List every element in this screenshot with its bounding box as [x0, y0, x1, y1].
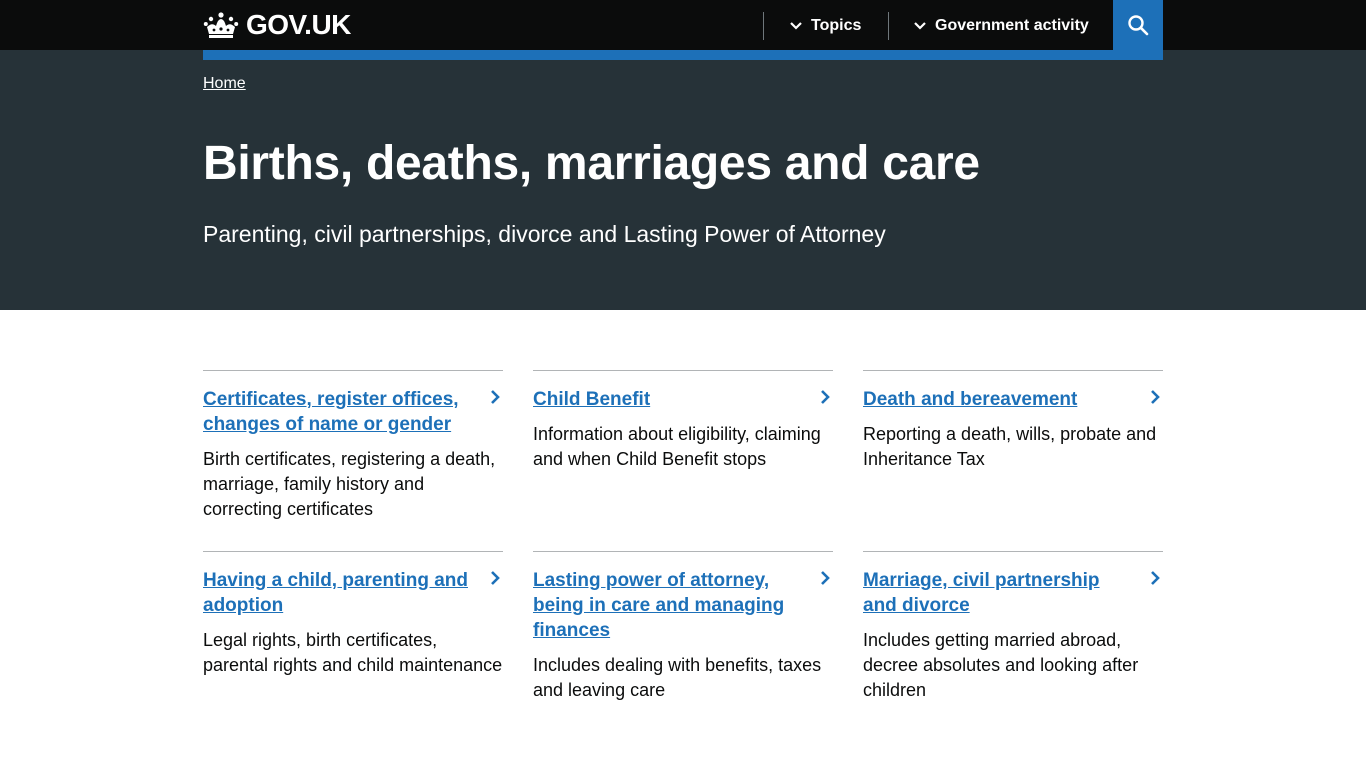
brand-bar: [203, 50, 1163, 60]
topic-card: Marriage, civil partnership and divorce …: [863, 551, 1163, 703]
topic-description: Includes dealing with benefits, taxes an…: [533, 655, 822, 700]
topic-link[interactable]: Child Benefit: [533, 387, 798, 412]
nav-government-activity[interactable]: Government activity: [913, 12, 1089, 40]
nav-separator: [888, 12, 889, 40]
chevron-right-icon[interactable]: [819, 570, 831, 586]
topic-link[interactable]: Lasting power of attorney, being in care…: [533, 568, 798, 643]
chevron-right-icon[interactable]: [1149, 570, 1161, 586]
topic-card: Certificates, register offices, changes …: [203, 370, 503, 522]
crown-icon: [203, 12, 239, 38]
nav-topics[interactable]: Topics: [789, 12, 861, 40]
header-inner: GOV.UK Topics Government activity: [203, 0, 1163, 50]
chevron-right-icon[interactable]: [489, 389, 501, 405]
topic-description: Legal rights, birth certificates, parent…: [203, 630, 503, 675]
nav-topics-label: Topics: [811, 17, 862, 34]
chevron-right-icon[interactable]: [819, 389, 831, 405]
hero-banner: Home Births, deaths, marriages and care …: [0, 50, 1366, 310]
site-header: GOV.UK Topics Government activity: [0, 0, 1366, 50]
page-subtitle: Parenting, civil partnerships, divorce a…: [203, 221, 886, 247]
nav-government-activity-label: Government activity: [935, 17, 1089, 34]
logo-text: GOV.UK: [246, 9, 351, 40]
topic-card: Child Benefit Information about eligibil…: [533, 370, 833, 472]
topic-description: Information about eligibility, claiming …: [533, 424, 821, 469]
topic-link[interactable]: Marriage, civil partnership and divorce: [863, 568, 1128, 618]
topic-link[interactable]: Death and bereavement: [863, 387, 1128, 412]
topic-description: Includes getting married abroad, decree …: [863, 630, 1139, 700]
govuk-logo-link[interactable]: GOV.UK: [203, 9, 351, 41]
topic-link[interactable]: Certificates, register offices, changes …: [203, 387, 468, 437]
topic-card: Lasting power of attorney, being in care…: [533, 551, 833, 703]
chevron-down-icon: [790, 22, 802, 30]
search-button[interactable]: [1113, 0, 1163, 50]
chevron-down-icon: [914, 22, 926, 30]
topic-card: Death and bereavement Reporting a death,…: [863, 370, 1163, 472]
topic-description: Birth certificates, registering a death,…: [203, 449, 496, 519]
breadcrumb-home[interactable]: Home: [203, 75, 246, 93]
nav-separator: [763, 12, 764, 40]
topic-description: Reporting a death, wills, probate and In…: [863, 424, 1157, 469]
page-title: Births, deaths, marriages and care: [203, 137, 980, 190]
topic-card: Having a child, parenting and adoption L…: [203, 551, 503, 678]
chevron-right-icon[interactable]: [1149, 389, 1161, 405]
topic-link[interactable]: Having a child, parenting and adoption: [203, 568, 468, 618]
chevron-right-icon[interactable]: [489, 570, 501, 586]
search-icon: [1128, 15, 1149, 36]
